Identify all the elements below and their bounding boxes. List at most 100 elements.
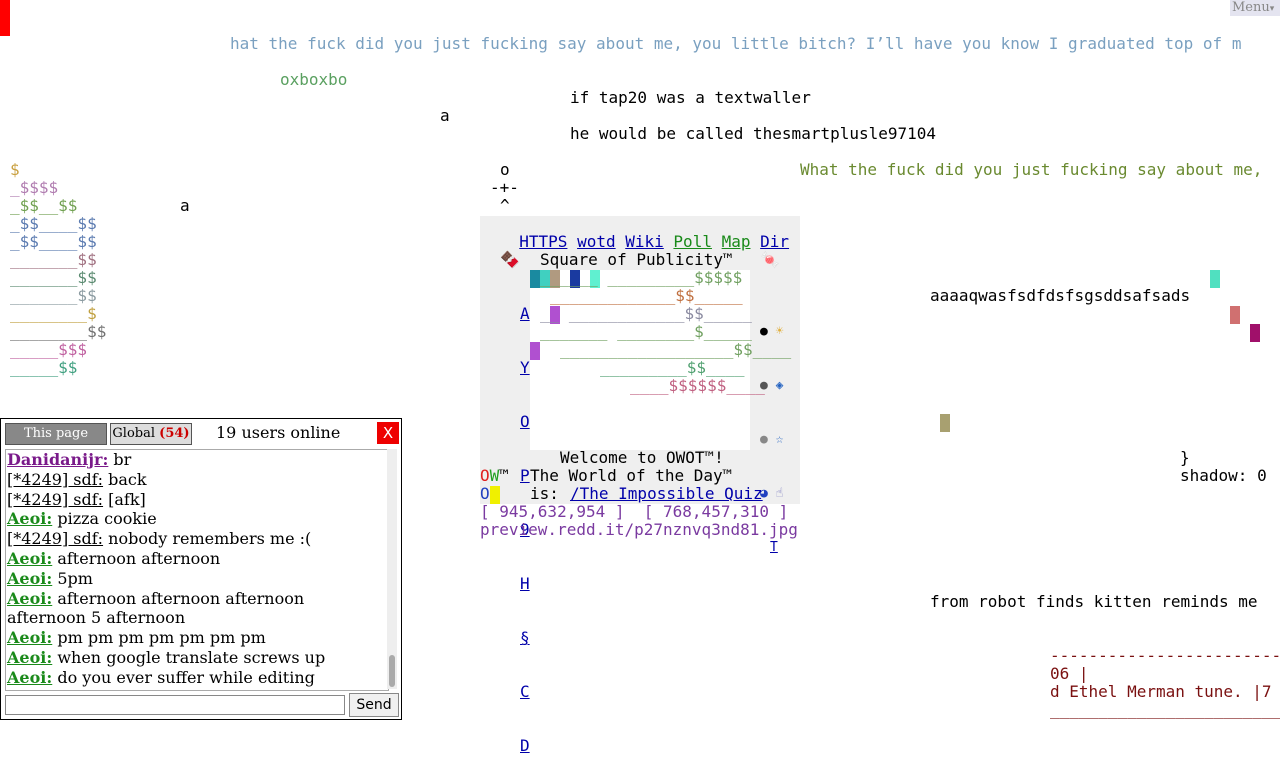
chat-text: afternoon afternoon afternoon afternoon … <box>7 588 305 628</box>
stick-figure: o -+- ^ <box>490 161 519 215</box>
chat-message: Aeoi: afternoon afternoon afternoon afte… <box>6 589 388 629</box>
art-line: ____$$$$$$____ <box>630 376 765 395</box>
tab-this-page[interactable]: This page <box>5 423 107 445</box>
chat-header: This page Global (54) 19 users online X <box>1 419 401 447</box>
global-count-badge: (54) <box>159 426 190 441</box>
nav-dir[interactable]: Dir <box>760 232 789 251</box>
letter-link[interactable]: A <box>520 305 539 323</box>
art-line: $ <box>10 160 20 179</box>
art-line: __ ____________$$_____ <box>540 304 752 323</box>
art-line: _____$$ <box>10 358 78 377</box>
letter-a-2: a <box>180 196 190 215</box>
chevron-down-icon: ▾ <box>1269 4 1275 14</box>
chat-message: [*4249] sdf: [afk] <box>6 490 388 510</box>
chat-username[interactable]: Aeoi: <box>7 509 52 528</box>
t-link[interactable]: T <box>760 539 783 557</box>
chat-message: Aeoi: pm pm pm pm pm pm pm <box>6 628 388 648</box>
tab-global[interactable]: Global (54) <box>110 423 192 445</box>
chat-text: nobody remembers me :( <box>103 529 312 549</box>
chat-username[interactable]: Aeoi: <box>7 589 52 608</box>
tap-line-1: if tap20 was a textwaller <box>570 88 811 107</box>
letter-link[interactable]: O <box>520 413 539 431</box>
chat-username[interactable]: [*4249] sdf: <box>7 529 103 548</box>
nav-https[interactable]: HTTPS <box>519 232 567 251</box>
menu-button[interactable]: Menu▾ <box>1230 0 1280 16</box>
nav-map[interactable]: Map <box>722 232 751 251</box>
wotd-is: is: <box>530 484 559 503</box>
art-line: __________________$$____ <box>560 340 792 359</box>
chat-message: Aeoi: when google translate screws up <box>6 648 388 668</box>
chat-text: back <box>103 469 147 489</box>
figure-body: -+- <box>490 178 519 197</box>
chat-message: Aeoi: pizza cookie <box>6 509 388 529</box>
chat-scrollbar[interactable] <box>387 449 397 689</box>
close-button[interactable]: X <box>377 422 399 444</box>
color-cell <box>1230 306 1240 324</box>
send-button[interactable]: Send <box>349 693 399 717</box>
chat-username[interactable]: Aeoi: <box>7 549 52 568</box>
chat-text: do you ever suffer while editing <box>52 667 315 687</box>
art-line: _________$$____ <box>600 358 745 377</box>
color-cell <box>530 270 540 288</box>
random-letters-text: aaaaqwasfsdfdsfsgsddsafsads <box>930 286 1191 305</box>
chat-message: Aeoi: afternoon afternoon <box>6 549 388 569</box>
sun-icon: ☀ <box>775 324 784 339</box>
chat-username[interactable]: [*4249] sdf: <box>7 490 103 509</box>
o-mark: O <box>480 484 490 503</box>
color-cell <box>940 414 950 432</box>
art-line: _$$__$$ <box>10 196 78 215</box>
figure-legs: ^ <box>500 196 510 215</box>
scrollbar-thumb[interactable] <box>389 655 395 687</box>
art-line: ________$$ <box>10 322 107 341</box>
users-online-count: 19 users online <box>216 423 341 442</box>
art-line: _______$$ <box>10 250 97 269</box>
letter-link[interactable]: D <box>520 737 539 755</box>
owot-mark: OW™ <box>480 466 509 485</box>
chat-username[interactable]: Danidanijr: <box>7 450 108 469</box>
letter-link[interactable]: Y <box>520 359 539 377</box>
textwall-line-2: What the fuck did you just fucking say a… <box>800 160 1263 179</box>
chat-username[interactable]: [*4249] sdf: <box>7 470 103 489</box>
dollar-sign-art: $ _$$$$ _$$__$$ _$$____$$ _$$____$$ ____… <box>10 161 106 377</box>
art-line: ______ _________$$$$$ <box>540 268 743 287</box>
preview-url-text: preview.redd.it/p27nznvq3nd81.jpg <box>480 520 798 539</box>
circle-icon: ● ☆ <box>760 432 784 447</box>
pointing-icon: ☝ <box>775 486 784 501</box>
circle-icon: ● ◈ <box>760 378 784 393</box>
chat-username[interactable]: Aeoi: <box>7 628 52 647</box>
figure-head: o <box>500 160 510 179</box>
nav-poll[interactable]: Poll <box>673 232 712 251</box>
wotd-link[interactable]: /The Impossible Quiz <box>570 485 763 503</box>
red-color-cell <box>0 0 10 36</box>
chat-username[interactable]: Aeoi: <box>7 668 52 687</box>
chat-input[interactable] <box>5 695 345 715</box>
tab-global-label: Global <box>112 426 156 441</box>
chat-username[interactable]: Aeoi: <box>7 648 52 667</box>
chat-message: Danidanijr: br <box>6 450 388 470</box>
candy-icon: 🍬 <box>760 250 780 269</box>
chat-username[interactable]: Aeoi: <box>7 569 52 588</box>
nav-wotd[interactable]: wotd <box>577 232 616 251</box>
chat-text: pizza cookie <box>52 509 157 529</box>
shadow-text: shadow: 0 <box>1180 466 1267 485</box>
chat-message: Aeoi: 5pm <box>6 569 388 589</box>
chat-text: 5pm <box>52 568 93 588</box>
ethel-merman-text: d Ethel Merman tune. |7 <box>1050 682 1272 701</box>
table-row-06: 06 | <box>1050 664 1089 683</box>
chocolate-icon: 🍫 <box>500 250 520 269</box>
welcome-text: Welcome to OWOT™! <box>560 448 724 467</box>
tap-line-2: he would be called thesmartplusle97104 <box>570 124 937 143</box>
chat-message-list[interactable]: Danidanijr: br [*4249] sdf: back [*4249]… <box>5 449 389 691</box>
moon-icon: ◕ ☝ <box>760 486 784 501</box>
letter-link[interactable]: § <box>520 629 539 647</box>
art-line: _____$$$ <box>10 340 88 359</box>
coordinates-readout: [ 945,632,954 ] [ 768,457,310 ] <box>480 502 789 521</box>
letter-link[interactable]: C <box>520 683 539 701</box>
dash-line: ---------------------------- <box>1050 646 1280 665</box>
nav-wiki[interactable]: Wiki <box>625 232 664 251</box>
art-line: _$$$$ <box>10 178 59 197</box>
art-line: ________$ <box>10 304 97 323</box>
oxbo-text: oxboxbo <box>280 70 348 89</box>
chat-text: when google translate screws up <box>52 647 326 667</box>
letter-link[interactable]: H <box>520 575 539 593</box>
